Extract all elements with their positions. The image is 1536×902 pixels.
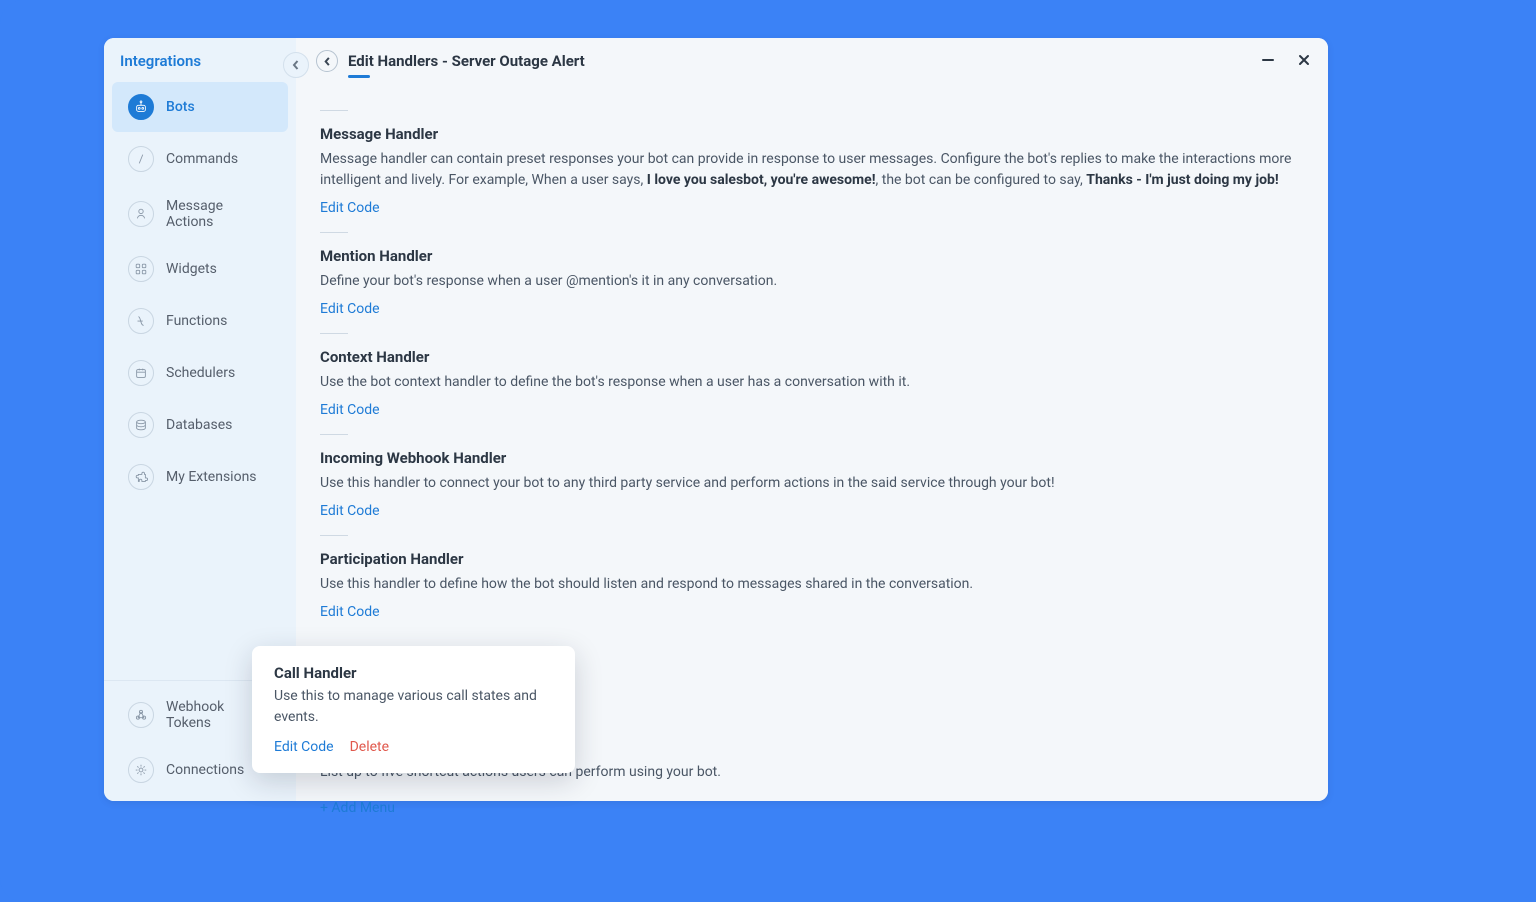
gear-icon [128,757,154,783]
sidebar-item-my-extensions[interactable]: My Extensions [112,452,288,502]
sidebar-item-schedulers[interactable]: Schedulers [112,348,288,398]
sidebar-item-label: Bots [166,99,195,115]
handler-title: Participation Handler [320,550,1304,568]
handler-desc: Use the bot context handler to define th… [320,372,1304,393]
handler-title: Call Handler [274,664,553,682]
divider [320,535,348,536]
handler-desc: Define your bot's response when a user @… [320,271,1304,292]
handler-desc: Use this handler to connect your bot to … [320,473,1304,494]
sidebar-item-commands[interactable]: Commands [112,134,288,184]
divider [320,110,348,111]
sidebar-item-label: My Extensions [166,469,257,485]
sidebar-item-databases[interactable]: Databases [112,400,288,450]
slash-icon [128,146,154,172]
sidebar-list: Bots Commands Message Actions Widgets [104,80,296,680]
handler-title: Context Handler [320,348,1304,366]
window-controls [1258,50,1314,70]
app-window: Integrations Bots Commands Messa [104,38,1328,801]
edit-code-link[interactable]: Edit Code [274,739,334,755]
divider [320,434,348,435]
bot-icon [128,94,154,120]
close-button[interactable] [1294,50,1314,70]
minimize-icon [1261,53,1275,67]
sidebar-item-label: Widgets [166,261,217,277]
edit-code-link[interactable]: Edit Code [320,301,380,317]
close-icon [1297,53,1311,67]
sidebar-item-label: Schedulers [166,365,235,381]
minimize-button[interactable] [1258,50,1278,70]
sidebar-item-message-actions[interactable]: Message Actions [112,186,288,242]
content: Message Handler Message handler can cont… [296,78,1328,816]
database-icon [128,412,154,438]
divider [320,333,348,334]
handler-context: Context Handler Use the bot context hand… [320,348,1304,418]
page-title: Edit Handlers - Server Outage Alert [348,52,585,70]
delete-link[interactable]: Delete [350,739,389,755]
handler-call-popover: Call Handler Use this to manage various … [252,646,575,773]
desc-text: , the bot can be configured to say, [876,172,1087,188]
sidebar-item-widgets[interactable]: Widgets [112,244,288,294]
handler-desc: Use this to manage various call states a… [274,686,553,728]
widgets-icon [128,256,154,282]
handler-title: Message Handler [320,125,1304,143]
edit-code-link[interactable]: Edit Code [320,402,380,418]
webhook-icon [128,702,154,728]
functions-icon [128,308,154,334]
chevron-left-icon [291,60,301,70]
handler-webhook: Incoming Webhook Handler Use this handle… [320,449,1304,519]
sidebar-item-label: Connections [166,762,244,778]
handler-title: Incoming Webhook Handler [320,449,1304,467]
handler-participation: Participation Handler Use this handler t… [320,550,1304,620]
sidebar-item-label: Databases [166,417,232,433]
sidebar-item-label: Message Actions [166,198,272,230]
sidebar-title: Integrations [104,38,296,80]
sidebar-item-functions[interactable]: Functions [112,296,288,346]
chevron-left-icon [323,57,332,66]
handler-title: Mention Handler [320,247,1304,265]
edit-code-link[interactable]: Edit Code [320,200,380,216]
handler-desc: Use this handler to define how the bot s… [320,574,1304,595]
edit-code-link[interactable]: Edit Code [320,503,380,519]
scheduler-icon [128,360,154,386]
sidebar-item-bots[interactable]: Bots [112,82,288,132]
desc-bold: Thanks - I'm just doing my job! [1086,172,1278,188]
handler-mention: Mention Handler Define your bot's respon… [320,247,1304,317]
sidebar-item-label: Commands [166,151,238,167]
back-button[interactable] [316,50,338,72]
extensions-icon [128,464,154,490]
handler-desc: Message handler can contain preset respo… [320,149,1304,191]
divider [320,232,348,233]
main-header: Edit Handlers - Server Outage Alert [296,38,1328,78]
edit-code-link[interactable]: Edit Code [320,604,380,620]
sidebar-item-label: Functions [166,313,227,329]
desc-bold: I love you salesbot, you're awesome! [647,172,876,188]
main-panel: Edit Handlers - Server Outage Alert Mess… [296,38,1328,801]
message-action-icon [128,201,154,227]
add-menu-link[interactable]: + Add Menu [320,800,395,816]
sidebar-collapse-button[interactable] [283,52,309,78]
handler-message: Message Handler Message handler can cont… [320,125,1304,216]
